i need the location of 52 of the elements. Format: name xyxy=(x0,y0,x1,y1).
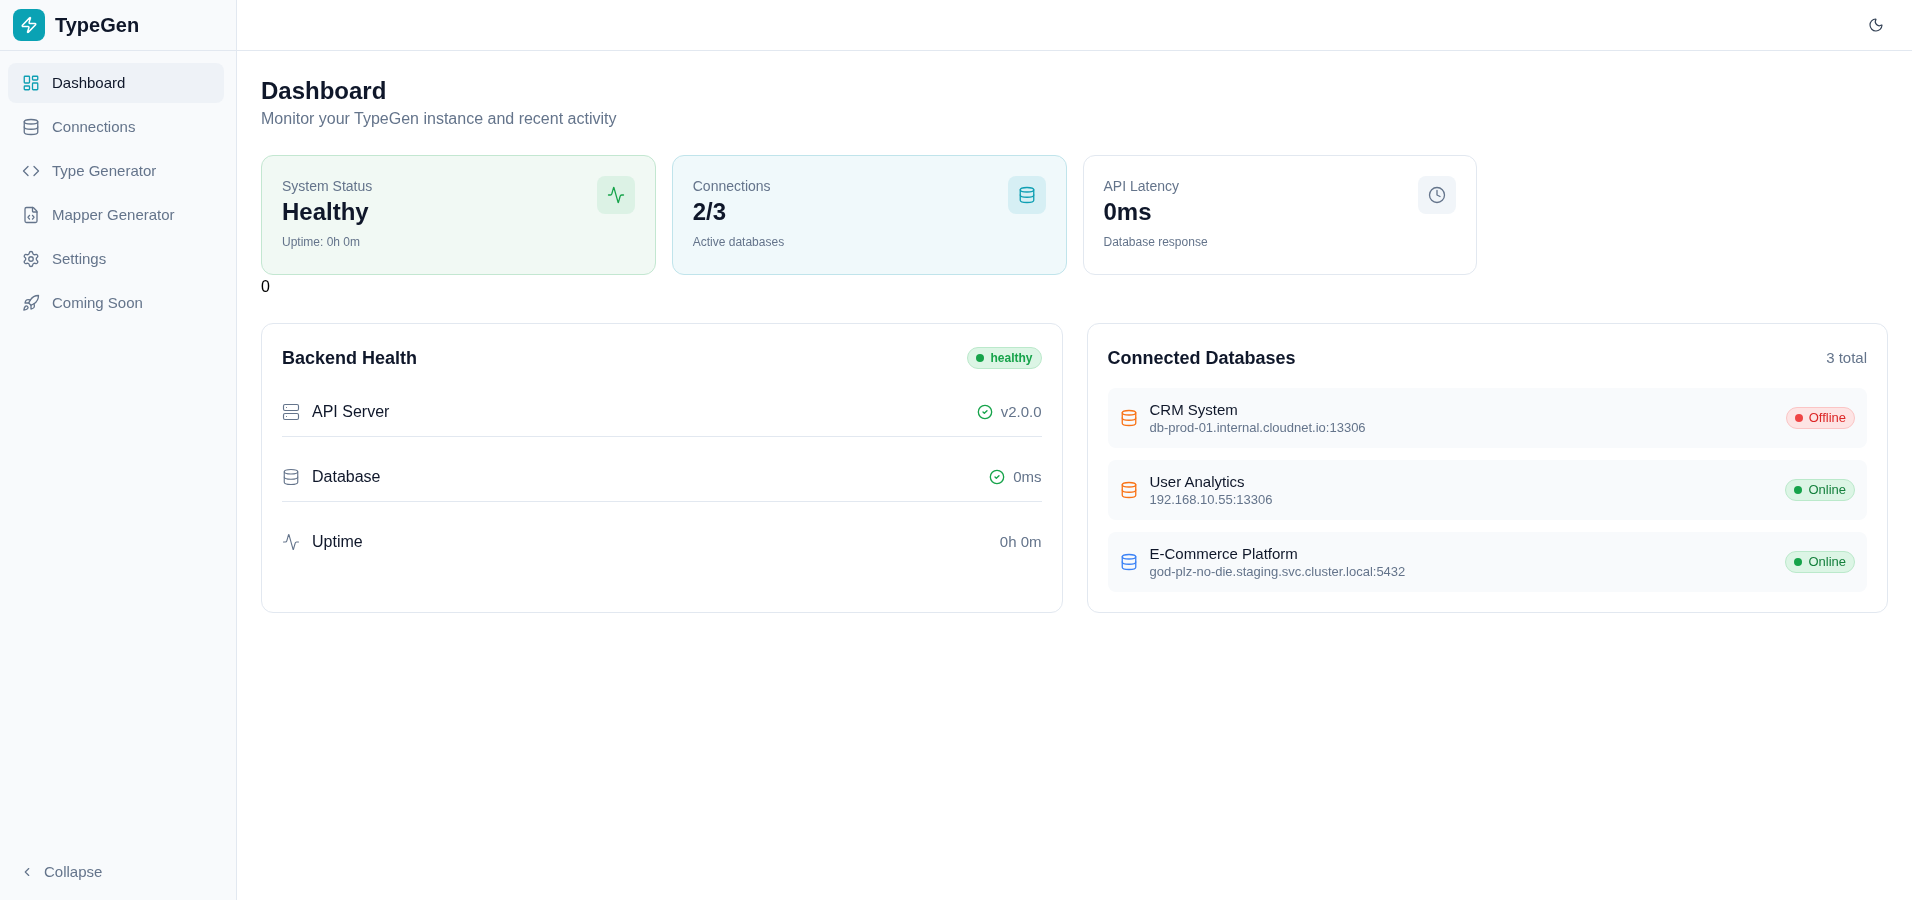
grid-icon xyxy=(22,74,40,92)
stat-value: 2/3 xyxy=(692,197,728,227)
sidebar-item[interactable]: Coming Soon xyxy=(8,283,224,323)
database-icon xyxy=(282,468,300,486)
stat-caption: Database response xyxy=(1103,234,1208,250)
database-icon xyxy=(1007,176,1046,214)
rocket-icon xyxy=(22,294,40,312)
card-title: Connected Databases xyxy=(1107,347,1296,370)
database-host: db-prod-01.internal.cloudnet.io:13306 xyxy=(1149,420,1366,436)
row-value: v2.0.0 xyxy=(1000,402,1042,422)
collapse-button[interactable]: Collapse xyxy=(20,852,103,892)
stat-caption: Active databases xyxy=(692,234,785,250)
sidebar-item[interactable]: Dashboard xyxy=(8,63,224,103)
status-label: healthy xyxy=(990,350,1033,366)
logo-icon xyxy=(13,9,45,41)
status-label: Online xyxy=(1808,554,1846,570)
status-label: Offline xyxy=(1808,410,1846,426)
clock-icon xyxy=(1418,176,1457,214)
page-title: Dashboard xyxy=(261,76,387,106)
row-label: Uptime xyxy=(312,532,363,552)
database-icon xyxy=(22,118,40,136)
stat-caption: Uptime: 0h 0m xyxy=(282,234,362,250)
database-host: god-plz-no-die.staging.svc.cluster.local:5432 xyxy=(1149,564,1406,580)
row-value: 0ms xyxy=(1013,467,1042,487)
brand-name: TypeGen xyxy=(55,13,140,38)
page-subtitle: Monitor your TypeGen instance and recent activity xyxy=(261,109,617,129)
database-host: 192.168.10.55:13306 xyxy=(1149,492,1273,508)
sidebar-item[interactable]: Connections xyxy=(8,107,224,147)
database-name: E-Commerce Platform xyxy=(1149,544,1298,564)
sidebar-item[interactable]: Mapper Generator xyxy=(8,195,224,235)
stray-value: 0 xyxy=(261,277,270,297)
card-title: Backend Health xyxy=(282,347,418,370)
database-name: CRM System xyxy=(1149,400,1238,420)
settings-icon xyxy=(22,250,40,268)
moon-icon xyxy=(1868,17,1884,33)
stat-label: System Status xyxy=(282,177,373,196)
stat-label: Connections xyxy=(692,177,772,196)
stat-value: 0ms xyxy=(1103,197,1153,227)
database-name: User Analytics xyxy=(1149,472,1245,492)
activity-icon xyxy=(596,176,635,214)
row-label: Database xyxy=(312,467,381,487)
total-count: 3 total xyxy=(1826,348,1867,368)
sidebar-item[interactable]: Type Generator xyxy=(8,151,224,191)
row-label: API Server xyxy=(312,402,390,422)
file-code-icon xyxy=(22,206,40,224)
status-label: Online xyxy=(1808,482,1846,498)
server-icon xyxy=(282,403,300,421)
activity-icon xyxy=(282,533,300,551)
sidebar-item[interactable]: Settings xyxy=(8,239,224,279)
stat-label: API Latency xyxy=(1103,177,1180,196)
stat-value: Healthy xyxy=(282,197,370,227)
row-value: 0h 0m xyxy=(999,532,1042,552)
